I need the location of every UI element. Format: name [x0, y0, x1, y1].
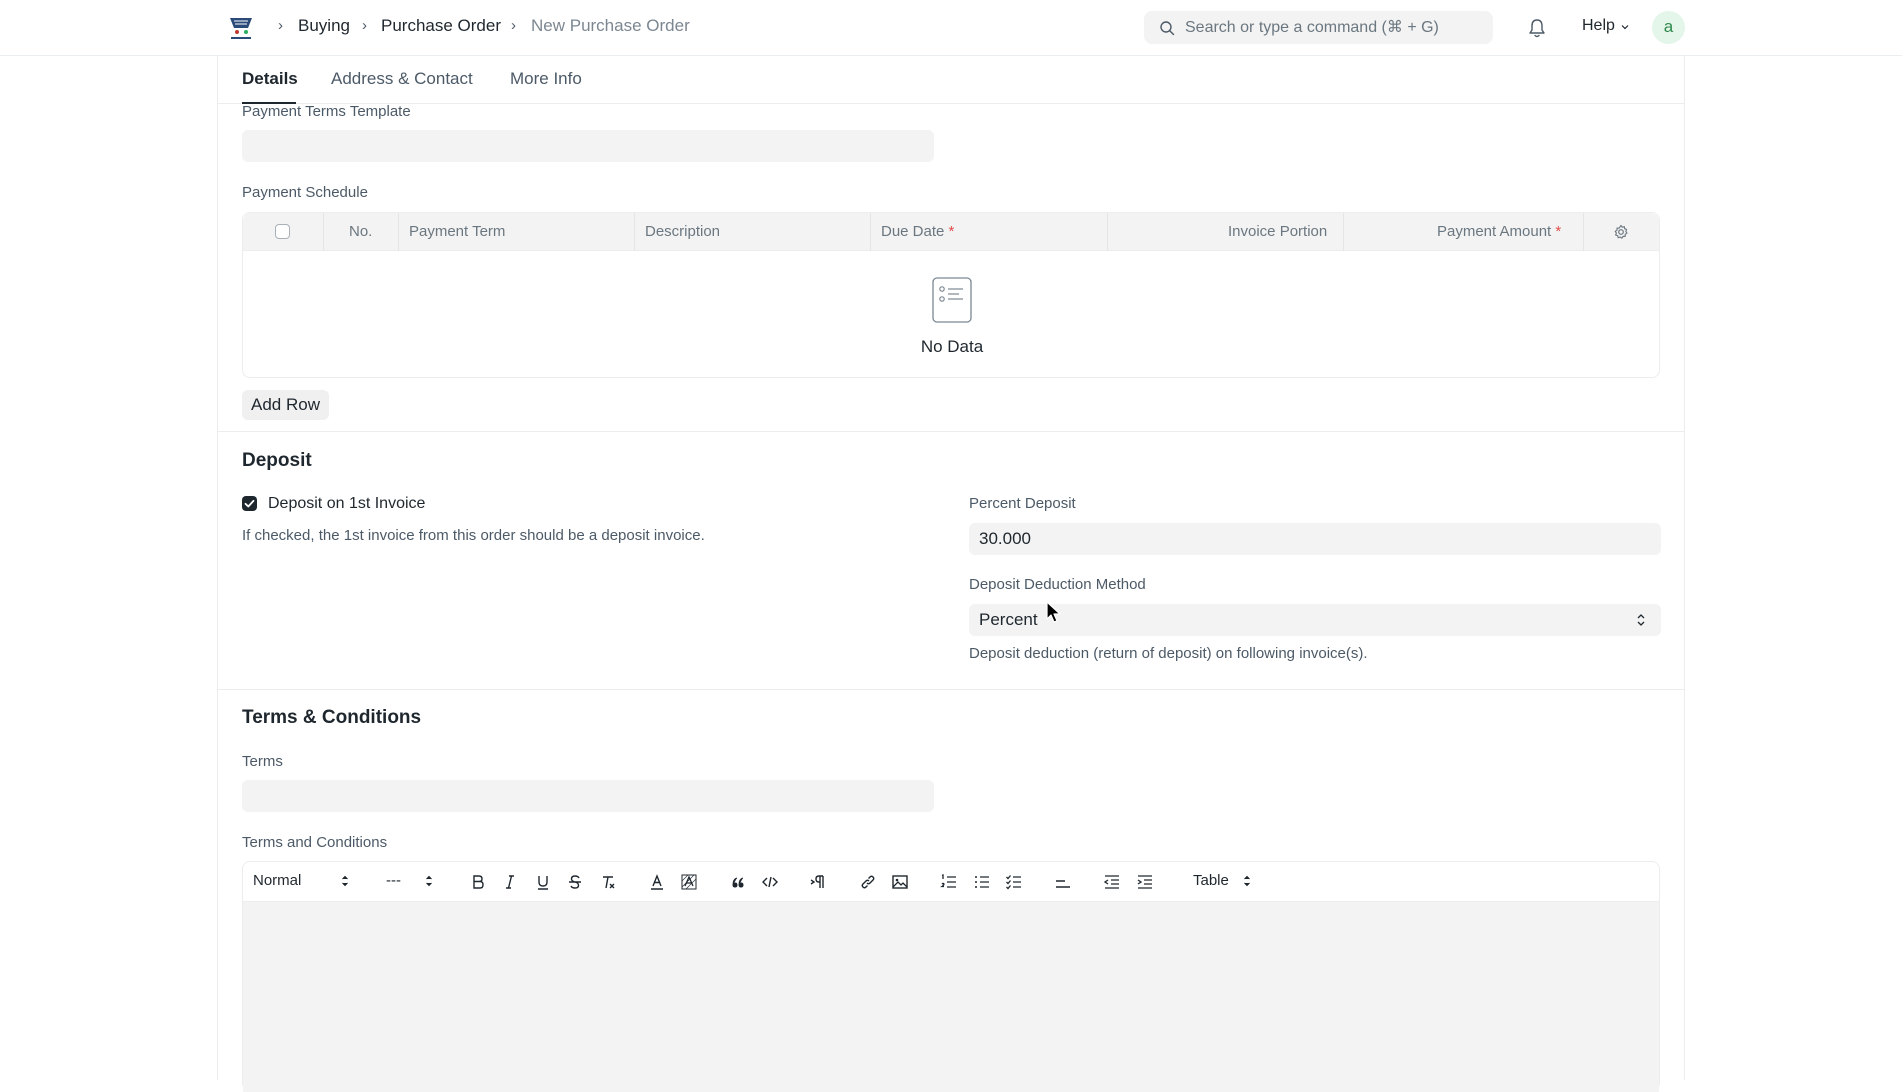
column-separator — [1583, 213, 1584, 251]
mouse-cursor-icon — [1046, 601, 1061, 623]
required-marker: * — [1555, 223, 1562, 240]
column-header-payment-term: Payment Term — [409, 223, 506, 240]
column-separator — [634, 213, 635, 251]
deduction-method-label: Deposit Deduction Method — [969, 576, 1146, 593]
tab-address-contact[interactable]: Address & Contact — [331, 69, 473, 89]
underline-icon[interactable] — [534, 873, 552, 891]
select-arrows-icon[interactable] — [425, 874, 433, 888]
deposit-checkbox-label[interactable]: Deposit on 1st Invoice — [268, 495, 425, 513]
payment-amount-text: Payment Amount — [1437, 223, 1552, 240]
editor-toolbar: Normal --- Table — [243, 862, 1659, 902]
table-select[interactable]: Table — [1193, 872, 1229, 889]
deduction-method-help: Deposit deduction (return of deposit) on… — [969, 645, 1368, 662]
form-tabs: Details Address & Contact More Info — [218, 56, 1684, 104]
column-header-payment-amount: Payment Amount * — [1437, 223, 1561, 240]
link-icon[interactable] — [859, 873, 877, 891]
percent-deposit-field[interactable]: 30.000 — [969, 523, 1661, 555]
search-icon — [1160, 21, 1175, 36]
deposit-checkbox-help: If checked, the 1st invoice from this or… — [242, 527, 705, 544]
help-menu[interactable]: Help — [1582, 17, 1615, 35]
chevron-right-icon: › — [362, 17, 367, 34]
percent-deposit-label: Percent Deposit — [969, 495, 1076, 512]
image-icon[interactable] — [891, 873, 909, 891]
editor-content-area[interactable] — [243, 902, 1659, 1092]
required-marker: * — [948, 223, 955, 240]
add-row-button[interactable]: Add Row — [242, 390, 329, 420]
breadcrumb-current: New Purchase Order — [531, 16, 690, 35]
highlight-color-icon[interactable] — [680, 873, 698, 891]
checkmark-icon — [244, 499, 255, 508]
payment-schedule-grid: No. Payment Term Description Due Date * … — [242, 212, 1660, 378]
section-divider — [218, 431, 1684, 432]
user-avatar[interactable]: a — [1652, 11, 1685, 44]
bold-icon[interactable] — [469, 873, 487, 891]
select-arrows-icon[interactable] — [1243, 874, 1251, 888]
select-arrows-icon[interactable] — [341, 874, 349, 888]
size-select[interactable]: --- — [386, 872, 401, 889]
text-direction-icon[interactable] — [810, 873, 828, 891]
column-separator — [398, 213, 399, 251]
deposit-section-title: Deposit — [242, 450, 312, 471]
app-logo[interactable] — [226, 12, 256, 42]
breadcrumb-purchase-order[interactable]: Purchase Order — [381, 16, 501, 36]
column-header-due-date: Due Date * — [881, 223, 954, 240]
breadcrumb-buying[interactable]: Buying — [298, 16, 350, 36]
italic-icon[interactable] — [501, 873, 519, 891]
search-input[interactable] — [1185, 11, 1485, 44]
gear-icon[interactable] — [1613, 224, 1629, 240]
column-header-invoice-portion: Invoice Portion — [1228, 223, 1328, 240]
form-card: Details Address & Contact More Info Paym… — [217, 56, 1685, 1092]
no-data-text: No Data — [920, 337, 984, 356]
column-separator — [1343, 213, 1344, 251]
text-color-icon[interactable] — [648, 873, 666, 891]
column-separator — [870, 213, 871, 251]
format-select[interactable]: Normal — [253, 872, 301, 889]
code-block-icon[interactable] — [761, 873, 779, 891]
strikethrough-icon[interactable] — [566, 873, 584, 891]
section-divider — [218, 689, 1684, 690]
navbar: › Buying › Purchase Order › New Purchase… — [0, 0, 1902, 56]
tab-more-info[interactable]: More Info — [510, 69, 582, 89]
column-header-description: Description — [645, 223, 721, 240]
column-separator — [323, 213, 324, 251]
payment-terms-template-field[interactable] — [242, 130, 934, 162]
terms-editor-label: Terms and Conditions — [242, 834, 388, 851]
column-separator — [1107, 213, 1108, 251]
chevron-right-icon: › — [511, 17, 516, 34]
terms-editor: Normal --- Table — [242, 861, 1660, 1092]
search-bar[interactable] — [1144, 11, 1493, 44]
ordered-list-icon[interactable] — [940, 873, 958, 891]
outdent-icon[interactable] — [1103, 873, 1121, 891]
column-header-no: No. — [349, 223, 373, 240]
bullet-list-icon[interactable] — [973, 873, 991, 891]
due-date-text: Due Date — [881, 223, 945, 240]
terms-section-title: Terms & Conditions — [242, 707, 422, 728]
clear-formatting-icon[interactable] — [599, 873, 617, 891]
payment-schedule-label: Payment Schedule — [242, 184, 368, 201]
checklist-icon[interactable] — [1005, 873, 1023, 891]
empty-list-icon — [932, 277, 972, 323]
notification-bell-icon[interactable] — [1527, 17, 1547, 39]
grid-header-row: No. Payment Term Description Due Date * … — [243, 213, 1659, 251]
chevron-right-icon: › — [278, 17, 283, 34]
deposit-checkbox[interactable] — [242, 496, 257, 511]
payment-terms-template-label: Payment Terms Template — [242, 103, 411, 120]
chevron-down-icon — [1621, 25, 1629, 30]
align-left-icon[interactable] — [1054, 873, 1072, 891]
deduction-method-value: Percent — [979, 610, 1038, 629]
select-arrows-icon — [1637, 614, 1645, 626]
terms-field[interactable] — [242, 780, 934, 812]
indent-icon[interactable] — [1136, 873, 1154, 891]
deduction-method-select[interactable]: Percent — [969, 604, 1661, 636]
percent-deposit-value: 30.000 — [979, 529, 1031, 548]
select-all-checkbox[interactable] — [275, 224, 290, 239]
terms-label: Terms — [242, 753, 283, 770]
tab-details[interactable]: Details — [242, 69, 298, 89]
blockquote-icon[interactable] — [729, 873, 747, 891]
